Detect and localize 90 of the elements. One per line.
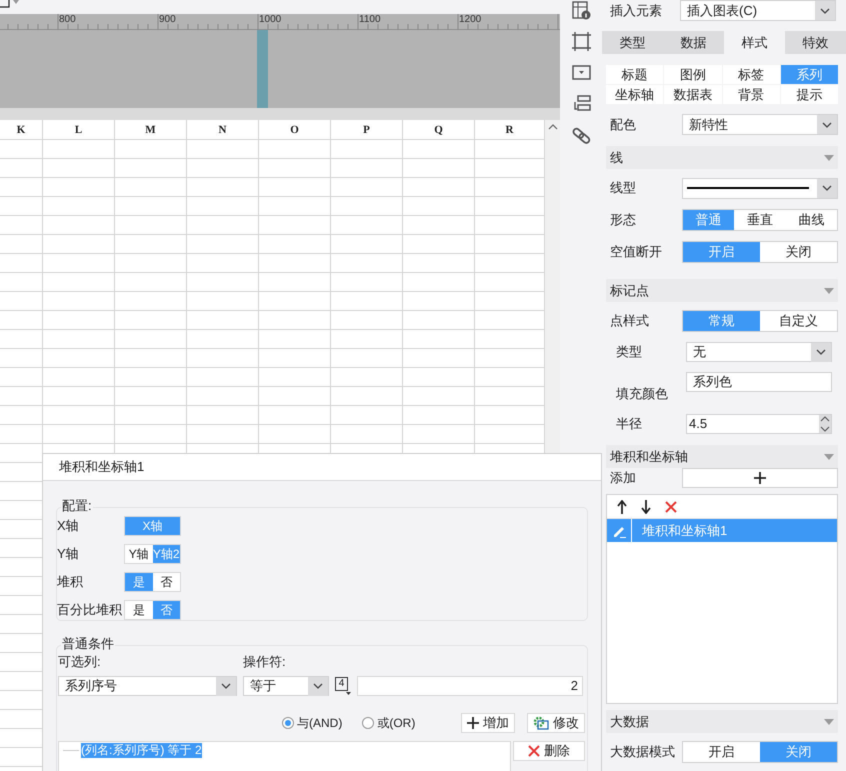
edit-button[interactable]: 修改 (527, 713, 585, 733)
form-layout-icon[interactable] (572, 94, 590, 113)
insert-element-select[interactable]: 插入图表(C) (680, 0, 836, 21)
column-header: R (506, 122, 514, 138)
crop-frame-icon[interactable] (572, 32, 590, 51)
operator-select[interactable]: 等于 (243, 676, 329, 696)
column-header: O (290, 122, 299, 138)
field-label: 空值断开 (609, 243, 663, 262)
section-header[interactable]: 堆积和坐标轴 (606, 445, 838, 468)
tab[interactable]: 数据 (663, 31, 724, 54)
field-label: 可选列: (58, 653, 102, 670)
column-header: N (218, 122, 226, 138)
field-label: 类型 (615, 343, 643, 362)
field-label: 填充颜色 (615, 385, 669, 403)
radius-spinner[interactable]: 4.5 (686, 414, 832, 434)
chevron-down-icon (816, 349, 826, 355)
collapse-triangle-icon (824, 288, 834, 294)
column-header: K (16, 122, 26, 138)
arrow-up-icon[interactable] (617, 500, 627, 514)
field-label: 形态 (609, 211, 637, 230)
field-label: 堆积 (57, 573, 84, 592)
plus-icon (754, 472, 766, 484)
chevron-down-icon (822, 122, 832, 128)
spinner-arrows-icon (819, 415, 831, 433)
field-label: 百分比堆积 (57, 601, 123, 620)
tab[interactable]: 标签 (722, 65, 780, 84)
radio-option[interactable]: 或(OR) (362, 714, 416, 732)
fieldset-legend: 配置: (61, 498, 93, 514)
dialog-title: 堆积和坐标轴1 (59, 458, 144, 476)
field-label: 点样式 (609, 312, 650, 330)
solid-line-icon (687, 187, 809, 189)
add-button[interactable]: 增加 (461, 713, 515, 733)
field-label: 插入元素 (610, 2, 663, 20)
field-label: Y轴 (57, 545, 80, 564)
chevron-down-icon (822, 185, 832, 191)
marker-type-select[interactable]: 无 (686, 342, 832, 362)
section-header[interactable]: 大数据 (606, 710, 838, 733)
delete-x-icon (528, 745, 540, 757)
tab[interactable]: 坐标轴 (606, 85, 664, 104)
fill-color-field[interactable]: 系列色 (686, 372, 832, 392)
caret-icon (346, 692, 351, 695)
delete-button[interactable]: 删除 (513, 741, 585, 761)
delete-x-icon[interactable] (665, 500, 677, 512)
section-header[interactable]: 线 (606, 146, 838, 169)
tab[interactable]: 特效 (785, 31, 846, 54)
column-select[interactable]: 系列序号 (58, 676, 237, 696)
chevron-down-icon (820, 8, 830, 14)
ruler-label: 1200 (459, 14, 482, 26)
field-label: 大数据模式 (609, 743, 676, 762)
field-label: 添加 (609, 469, 637, 488)
field-label: 线型 (609, 179, 637, 198)
column-header: L (74, 122, 82, 138)
ruler-label: 1100 (359, 14, 381, 26)
color-scheme-select[interactable]: 新特性 (682, 114, 838, 135)
ruler-label: 900 (159, 14, 176, 26)
tab[interactable]: 提示 (780, 85, 838, 104)
link-icon[interactable] (572, 125, 590, 144)
radio-option[interactable]: 与(AND) (282, 714, 342, 732)
ruler-label: 800 (59, 14, 76, 26)
radio-button[interactable] (362, 717, 374, 729)
field-label: 配色 (609, 116, 637, 134)
collapse-triangle-icon (824, 718, 834, 724)
field-label: 半径 (615, 415, 643, 434)
ruler-label: 1000 (259, 14, 282, 26)
tab[interactable]: 数据表 (664, 85, 722, 104)
line-style-select[interactable] (682, 178, 838, 198)
caret-icon (13, 0, 19, 4)
radio-button[interactable] (282, 717, 294, 729)
gear-edit-icon (533, 716, 549, 730)
frame-corner-icon (0, 0, 12, 8)
tab[interactable]: 背景 (722, 85, 780, 104)
tab[interactable]: 类型 (602, 31, 663, 54)
collapse-triangle-icon (824, 454, 834, 460)
tab[interactable]: 图例 (664, 65, 722, 84)
collapse-triangle-icon (824, 154, 834, 160)
field-label: 操作符: (243, 653, 286, 670)
chevron-down-icon (313, 683, 323, 689)
column-header: Q (434, 122, 443, 138)
field-label: X轴 (57, 517, 80, 536)
plus-icon (467, 717, 479, 729)
arrow-down-icon[interactable] (641, 500, 651, 514)
table-info-icon[interactable] (572, 1, 590, 20)
chevron-down-icon (221, 683, 231, 689)
fieldset-legend: 普通条件 (61, 636, 115, 652)
section-header[interactable]: 标记点 (606, 279, 838, 302)
value-field[interactable]: 2 (357, 676, 583, 696)
column-header: M (145, 122, 156, 138)
column-header: P (363, 122, 370, 138)
tab[interactable]: 标题 (606, 65, 664, 84)
dropdown-box-icon[interactable] (572, 63, 590, 82)
